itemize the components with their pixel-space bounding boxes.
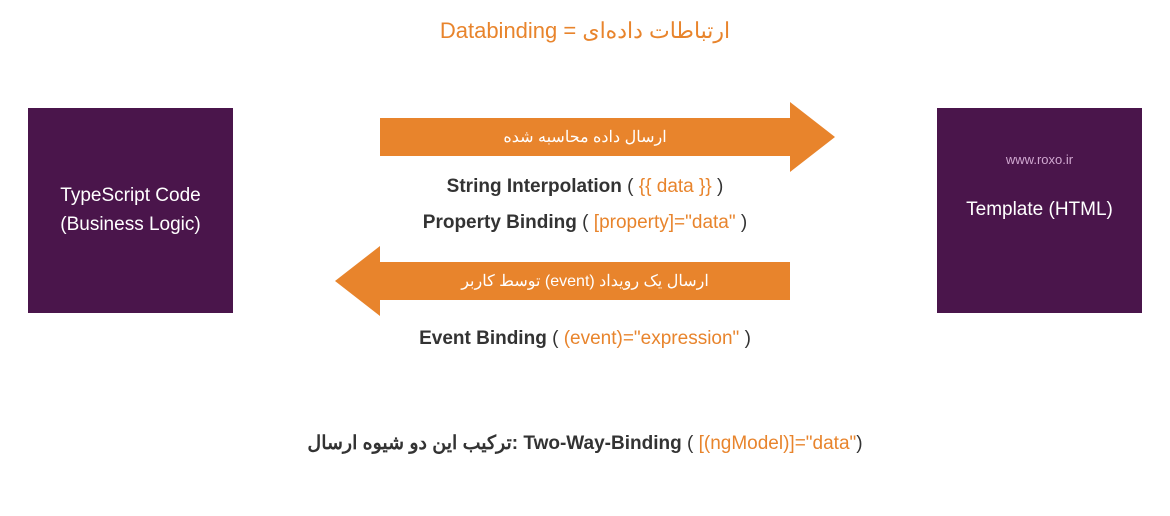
paren-open: ( (547, 328, 564, 349)
typescript-box-line2: (Business Logic) (60, 211, 200, 240)
string-interpolation-code: {{ data }} (639, 176, 712, 197)
string-interpolation-line: String Interpolation ( {{ data }} ) (447, 176, 724, 198)
paren-close: ) (712, 176, 724, 197)
typescript-box-line1: TypeScript Code (60, 182, 200, 211)
diagram-title: Databinding = ارتباطات داده‌ای (440, 18, 730, 44)
watermark-text: www.roxo.ir (1006, 150, 1073, 170)
paren-open: ( (682, 433, 699, 454)
property-binding-code: [property]="data" (594, 212, 736, 233)
two-way-binding-code: [(ngModel)]="data" (699, 433, 857, 454)
two-way-binding-line: ترکیب این دو شیوه ارسال: Two-Way-Binding… (307, 432, 862, 455)
template-box-line1: Template (HTML) (966, 196, 1113, 225)
property-binding-name: Property Binding (423, 212, 577, 233)
event-binding-line: Event Binding ( (event)="expression" ) (419, 328, 751, 350)
arrow-output-data: ارسال داده محاسبه شده (380, 118, 790, 156)
paren-open: ( (622, 176, 639, 197)
arrow-left-label: ارسال یک رویداد (event) توسط کاربر (461, 271, 709, 291)
template-box: www.roxo.ir Template (HTML) (937, 108, 1142, 313)
arrow-event: ارسال یک رویداد (event) توسط کاربر (380, 262, 790, 300)
typescript-box: TypeScript Code (Business Logic) (28, 108, 233, 313)
paren-open: ( (577, 212, 594, 233)
two-way-prefix: ترکیب این دو شیوه ارسال: (307, 433, 518, 454)
string-interpolation-name: String Interpolation (447, 176, 622, 197)
property-binding-line: Property Binding ( [property]="data" ) (423, 212, 747, 234)
arrow-right-label: ارسال داده محاسبه شده (503, 127, 666, 147)
two-way-binding-name: Two-Way-Binding (523, 433, 681, 454)
event-binding-name: Event Binding (419, 328, 547, 349)
event-binding-code: (event)="expression" (564, 328, 740, 349)
paren-close: ) (856, 433, 862, 454)
paren-close: ) (739, 328, 751, 349)
paren-close: ) (736, 212, 748, 233)
